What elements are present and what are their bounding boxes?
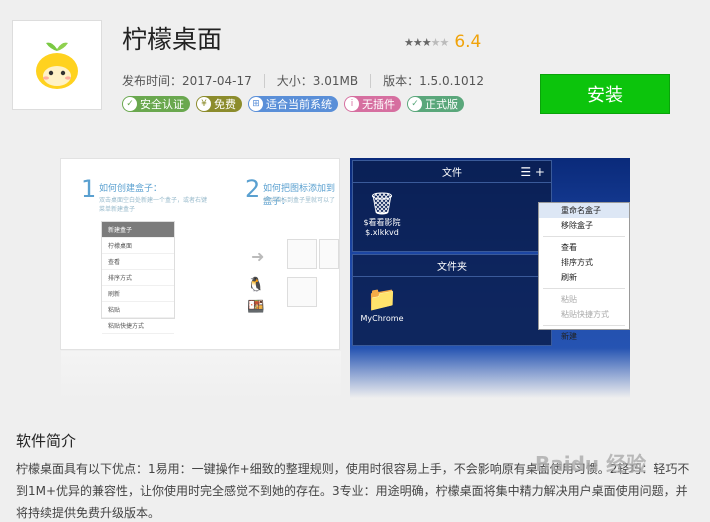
arrow-right-icon: ➜ — [251, 247, 265, 266]
badge-security: ✓ 安全认证 — [122, 96, 190, 112]
app-icon: 🍱 — [247, 299, 265, 315]
recycle-bin-icon: 🗑 — [368, 192, 396, 217]
desktop-item-recycle: 🗑 $看看影院 $.xlkkvd — [352, 192, 412, 238]
badge-no-plugin: i 无插件 — [344, 96, 401, 112]
folder-icon: 📁 — [367, 285, 397, 313]
step-title: 如何创建盒子： — [99, 184, 163, 194]
reflection — [350, 348, 630, 398]
badge-free: ¥ 免费 — [196, 96, 242, 112]
step-subtitle: 双击桌面空白处新建一个盒子，或者右键菜单新建盒子 — [99, 197, 208, 213]
drop-target — [287, 239, 317, 269]
reflection — [61, 351, 341, 399]
menu-plus-icon: ☰ + — [520, 164, 545, 179]
mini-context-menu: 新建盒子 柠檬桌面 查看 排序方式 刷新 粘贴 粘贴快捷方式 — [101, 221, 175, 334]
desktop-item-mychrome: 📁 MyChrome — [352, 284, 412, 324]
divider — [370, 73, 372, 88]
file-size: 大小：3.01MB — [276, 74, 359, 88]
screenshot-1[interactable]: 1 如何创建盒子： 双击桌面空白处新建一个盒子，或者右键菜单新建盒子 2 如何把… — [60, 158, 341, 399]
windows-icon: ⊞ — [249, 97, 263, 111]
badge-official: ✓ 正式版 — [407, 96, 464, 112]
yen-icon: ¥ — [197, 97, 211, 111]
screenshot-gallery: 1 如何创建盒子： 双击桌面空白处新建一个盒子，或者右键菜单新建盒子 2 如何把… — [60, 158, 630, 399]
app-meta: 发布时间：2017-04-17 大小：3.01MB 版本：1.5.0.1012 — [122, 72, 484, 89]
publish-date: 发布时间：2017-04-17 — [122, 74, 252, 88]
app-title: 柠檬桌面 — [122, 25, 223, 54]
rating-score: 6.4 — [454, 32, 482, 52]
watermark: Baidu 经验 — [535, 452, 647, 476]
context-menu: 重命名盒子 移除盒子 查看 排序方式 刷新 粘贴 粘贴快捷方式 新建 — [538, 202, 630, 341]
qq-icon: 🐧 — [247, 277, 265, 293]
step-subtitle: 拖动图标到盒子里就可以了 — [263, 197, 336, 204]
install-button[interactable]: 安装 — [540, 74, 670, 114]
version: 版本：1.5.0.1012 — [383, 74, 484, 88]
info-icon: i — [345, 97, 359, 111]
intro-title: 软件简介 — [16, 432, 77, 450]
check-icon: ✓ — [123, 97, 137, 111]
step-number: 2 — [245, 175, 261, 203]
app-logo — [12, 20, 102, 110]
step-number: 1 — [81, 175, 97, 203]
badge-compatible: ⊞ 适合当前系统 — [248, 96, 338, 112]
divider — [263, 73, 265, 88]
panel-title: 文件 — [442, 168, 462, 179]
app-header: 柠檬桌面 ★★★★★ 6.4 发布时间：2017-04-17 大小：3.01MB… — [0, 0, 710, 140]
drop-target — [319, 239, 339, 269]
screenshot-2[interactable]: 文件 ☰ + 🗑 $看看影院 $.xlkkvd 文件夹 📁 MyChrome 重… — [350, 158, 630, 398]
badge-list: ✓ 安全认证 ¥ 免费 ⊞ 适合当前系统 i 无插件 ✓ 正式版 — [122, 96, 464, 112]
panel-title: 文件夹 — [437, 262, 467, 273]
check-icon: ✓ — [408, 97, 422, 111]
rating: ★★★★★ 6.4 — [404, 32, 481, 52]
drop-target — [287, 277, 317, 307]
rating-stars-icon: ★★★★★ — [404, 35, 449, 49]
